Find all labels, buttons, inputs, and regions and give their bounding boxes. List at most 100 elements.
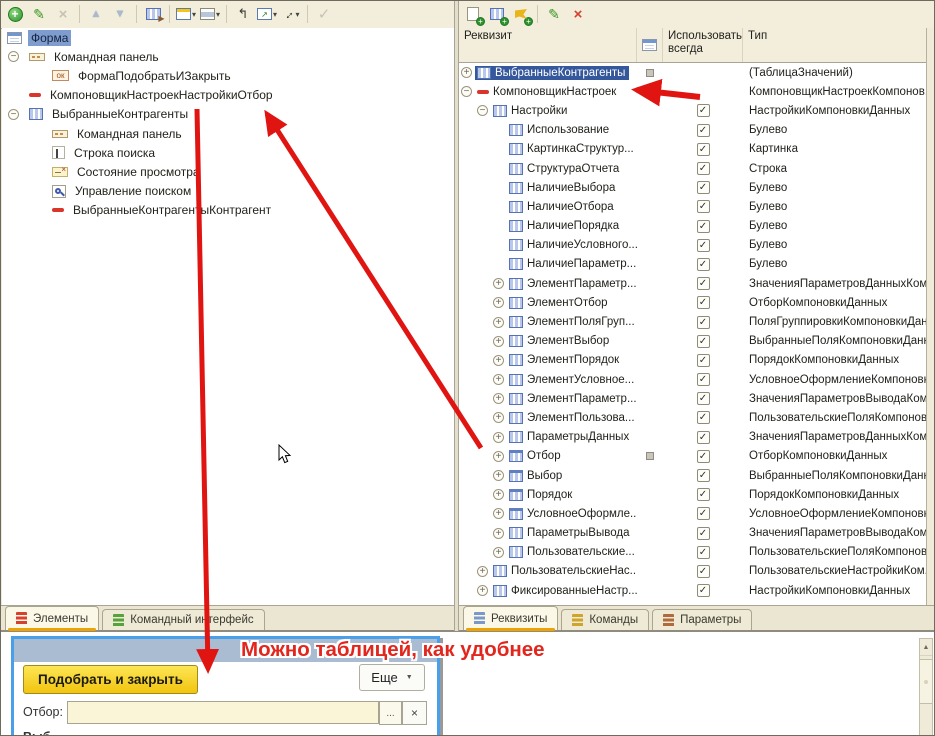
attribute-row[interactable]: +ЭлементПараметр...✓ЗначенияПараметровДа… (459, 274, 926, 293)
attribute-row[interactable]: НаличиеОтбора✓Булево (459, 197, 926, 216)
tree-item[interactable]: окФормаПодобратьИЗакрыть (2, 66, 454, 85)
attribute-row[interactable]: КартинкаСтруктур...✓Картинка (459, 140, 926, 159)
use-always-checkbox[interactable]: ✓ (697, 527, 710, 540)
flip-icon[interactable]: ↰ (233, 4, 253, 24)
use-always-checkbox[interactable]: ✓ (697, 200, 710, 213)
use-always-checkbox[interactable]: ✓ (697, 469, 710, 482)
expand-icon[interactable]: + (493, 528, 504, 539)
attribute-row[interactable]: Использование✓Булево (459, 121, 926, 140)
tree-item[interactable]: −ВыбранныеКонтрагенты (2, 105, 454, 124)
vertical-scrollbar[interactable]: ▲ (919, 638, 933, 736)
add-parameter-icon[interactable]: + (511, 4, 531, 24)
use-always-checkbox[interactable]: ✓ (697, 354, 710, 367)
expand-icon[interactable]: + (493, 336, 504, 347)
use-always-checkbox[interactable]: ✓ (697, 296, 710, 309)
attribute-row[interactable]: +ФиксированныеНастр...✓НастройкиКомпонов… (459, 581, 926, 600)
filter-clear-button[interactable]: × (402, 701, 427, 725)
tab-командный-интерфейс[interactable]: Командный интерфейс (102, 609, 264, 630)
attribute-row[interactable]: +УсловноеОформле...✓УсловноеОформлениеКо… (459, 504, 926, 523)
attribute-row[interactable]: +ЭлементПользова...✓ПользовательскиеПоля… (459, 408, 926, 427)
use-always-checkbox[interactable]: ✓ (697, 220, 710, 233)
expand-icon[interactable]: + (493, 317, 504, 328)
scale-dd-icon[interactable]: ↔▾ (281, 4, 301, 24)
attribute-row[interactable]: +Порядок✓ПорядокКомпоновкиДанных (459, 485, 926, 504)
expand-icon[interactable]: + (493, 432, 504, 443)
collapse-icon[interactable]: − (477, 105, 488, 116)
attribute-row[interactable]: +ЭлементПараметр...✓ЗначенияПараметровВы… (459, 389, 926, 408)
attribute-row[interactable]: +ЭлементВыбор✓ВыбранныеПоляКомпоновкиДан… (459, 332, 926, 351)
expand-icon[interactable]: + (493, 374, 504, 385)
attribute-row[interactable]: +ПараметрыДанных✓ЗначенияПараметровДанны… (459, 428, 926, 447)
delete-disabled-icon[interactable]: × (53, 4, 73, 24)
use-always-checkbox[interactable]: ✓ (697, 584, 710, 597)
check-elements-icon[interactable] (143, 4, 163, 24)
use-always-checkbox[interactable]: ✓ (697, 277, 710, 290)
filter-choose-button[interactable]: ... (379, 701, 402, 725)
attribute-row[interactable]: +ЭлементУсловное...✓УсловноеОформлениеКо… (459, 370, 926, 389)
attribute-row[interactable]: НаличиеУсловного...✓Булево (459, 236, 926, 255)
use-always-checkbox[interactable]: ✓ (697, 162, 710, 175)
tab-реквизиты[interactable]: Реквизиты (463, 606, 558, 630)
expand-icon[interactable]: + (493, 393, 504, 404)
use-always-checkbox[interactable]: ✓ (697, 316, 710, 329)
use-always-checkbox[interactable]: ✓ (697, 104, 710, 117)
expand-icon[interactable]: + (493, 451, 504, 462)
tab-элементы[interactable]: Элементы (5, 606, 99, 630)
expand-icon[interactable]: + (493, 470, 504, 481)
window-resize-dd-icon[interactable]: ↗▾ (257, 4, 277, 24)
add-icon[interactable]: + (5, 4, 25, 24)
use-always-checkbox[interactable]: ✓ (697, 124, 710, 137)
tree-item[interactable]: Форма (2, 28, 454, 47)
use-always-checkbox[interactable]: ✓ (697, 431, 710, 444)
collapse-icon[interactable]: − (8, 109, 19, 120)
tree-item[interactable]: −Командная панель (2, 47, 454, 66)
delete-icon[interactable]: × (568, 4, 588, 24)
add-column-icon[interactable]: + (487, 4, 507, 24)
add-attribute-icon[interactable]: + (463, 4, 483, 24)
expand-icon[interactable]: + (477, 566, 488, 577)
attribute-row[interactable]: +Отбор✓ОтборКомпоновкиДанных (459, 447, 926, 466)
expand-icon[interactable]: + (461, 67, 472, 78)
attribute-row[interactable]: −КомпоновщикНастроекКомпоновщикНастроекК… (459, 82, 926, 101)
expand-icon[interactable]: + (493, 278, 504, 289)
use-always-checkbox[interactable]: ✓ (697, 335, 710, 348)
tree-item[interactable]: ВыбранныеКонтрагентыКонтрагент (2, 201, 454, 220)
collapse-icon[interactable]: − (8, 51, 19, 62)
use-always-checkbox[interactable]: ✓ (697, 143, 710, 156)
edit-icon[interactable]: ✎ (544, 4, 564, 24)
edit-icon[interactable]: ✎ (29, 4, 49, 24)
filter-input[interactable] (67, 701, 379, 724)
attribute-row[interactable]: +ПараметрыВывода✓ЗначенияПараметровВывод… (459, 524, 926, 543)
expand-icon[interactable]: + (493, 412, 504, 423)
attribute-row[interactable]: +ЭлементОтбор✓ОтборКомпоновкиДанных (459, 293, 926, 312)
expand-icon[interactable]: + (493, 355, 504, 366)
tab-параметры[interactable]: Параметры (652, 609, 752, 630)
tab-команды[interactable]: Команды (561, 609, 649, 630)
confirm-icon[interactable]: ✓ (314, 4, 334, 24)
use-always-checkbox[interactable]: ✓ (697, 411, 710, 424)
use-always-checkbox[interactable]: ✓ (697, 392, 710, 405)
tree-item[interactable]: КомпоновщикНастроекНастройкиОтбор (2, 86, 454, 105)
attribute-row[interactable]: СтруктураОтчета✓Строка (459, 159, 926, 178)
expand-icon[interactable]: + (493, 547, 504, 558)
move-down-icon[interactable]: ▼ (110, 4, 130, 24)
pick-and-close-button[interactable]: Подобрать и закрыть (23, 665, 198, 694)
attribute-row[interactable]: НаличиеВыбора✓Булево (459, 178, 926, 197)
use-always-checkbox[interactable]: ✓ (697, 450, 710, 463)
use-always-checkbox[interactable]: ✓ (697, 258, 710, 271)
attribute-row[interactable]: +ЭлементПорядок✓ПорядокКомпоновкиДанных (459, 351, 926, 370)
attribute-row[interactable]: +ЭлементПоляГруп...✓ПоляГруппировкиКомпо… (459, 312, 926, 331)
attribute-row[interactable]: +Пользовательские...✓ПользовательскиеПол… (459, 543, 926, 562)
tree-item[interactable]: Состояние просмотра (2, 162, 454, 181)
attribute-row[interactable]: +Выбор✓ВыбранныеПоляКомпоновкиДанн... (459, 466, 926, 485)
more-button[interactable]: Еще ▼ (359, 664, 425, 691)
attribute-row[interactable]: +ПользовательскиеНас...✓Пользовательские… (459, 562, 926, 581)
attribute-row[interactable]: НаличиеПорядка✓Булево (459, 217, 926, 236)
expand-icon[interactable]: + (493, 489, 504, 500)
tree-item[interactable]: Командная панель (2, 124, 454, 143)
use-always-checkbox[interactable]: ✓ (697, 546, 710, 559)
use-always-checkbox[interactable]: ✓ (697, 373, 710, 386)
use-always-checkbox[interactable]: ✓ (697, 565, 710, 578)
tree-item[interactable]: Строка поиска (2, 143, 454, 162)
attribute-row[interactable]: −Настройки✓НастройкиКомпоновкиДанных (459, 101, 926, 120)
